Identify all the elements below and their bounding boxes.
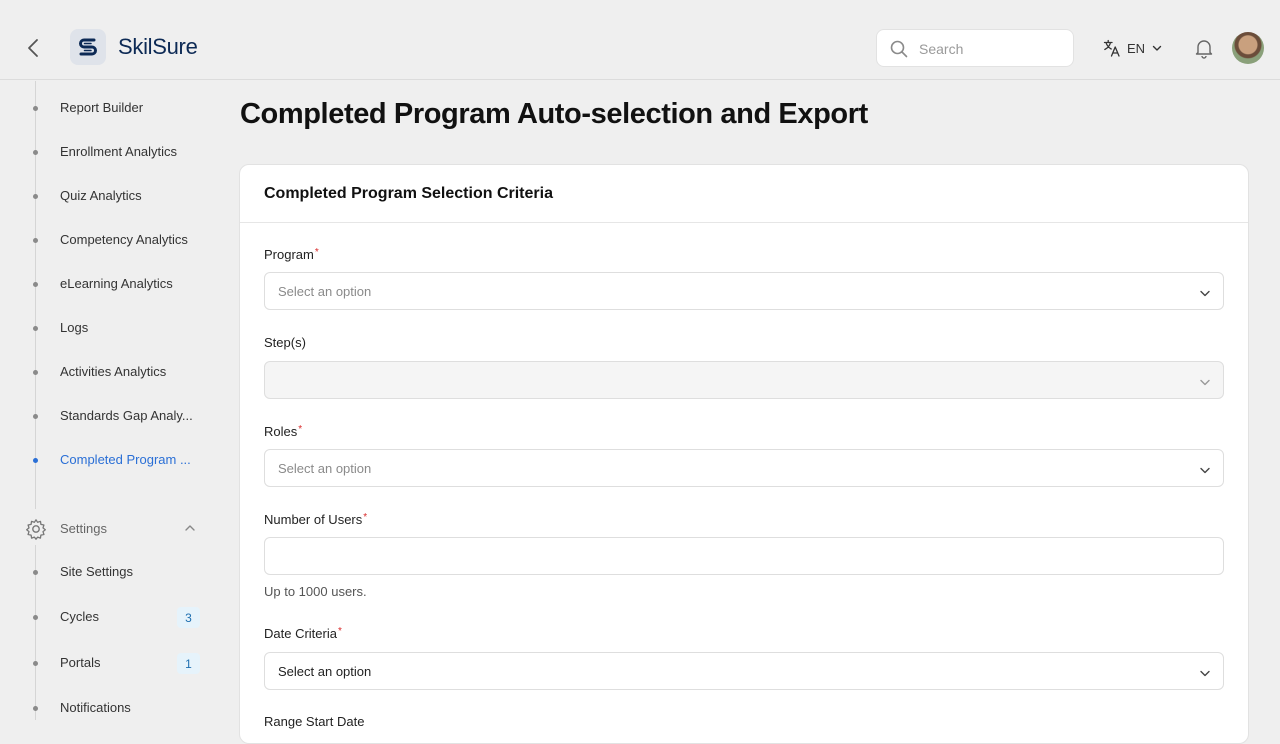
required-marker: * — [298, 424, 303, 435]
steps-label: Step(s) — [264, 335, 306, 350]
program-select-placeholder: Select an option — [278, 284, 372, 299]
logo-icon[interactable] — [70, 29, 106, 65]
date-criteria-label: Date Criteria* — [264, 626, 342, 641]
sidebar-item-label: Standards Gap Analy... — [60, 408, 193, 423]
chevron-down-icon — [1199, 286, 1211, 304]
required-marker: * — [337, 626, 342, 637]
back-arrow-icon[interactable] — [22, 36, 46, 60]
count-badge: 1 — [177, 653, 200, 674]
roles-select-placeholder: Select an option — [278, 461, 372, 476]
brand-name: SkilSure — [118, 34, 198, 59]
translate-icon — [1103, 39, 1120, 57]
date-criteria-value: Select an option — [278, 664, 372, 679]
required-marker: * — [314, 247, 319, 258]
sidebar-section-settings[interactable]: Settings — [0, 509, 210, 545]
program-label: Program* — [264, 247, 319, 262]
sidebar-item-completed-program[interactable]: Completed Program ... — [0, 442, 210, 478]
settings-label: Settings — [60, 521, 107, 536]
number-of-users-helper: Up to 1000 users. — [264, 584, 367, 599]
date-criteria-label-text: Date Criteria — [264, 626, 337, 641]
number-of-users-input[interactable] — [264, 537, 1224, 575]
selection-criteria-card: Completed Program Selection Criteria Pro… — [239, 164, 1249, 744]
sidebar-item-label: Logs — [60, 320, 89, 335]
count-badge: 3 — [177, 607, 200, 628]
sidebar-item-label: Cycles — [60, 609, 100, 624]
sidebar-item-label: Competency Analytics — [60, 232, 188, 247]
sidebar-item-standards-gap-analysis[interactable]: Standards Gap Analy... — [0, 398, 210, 434]
language-label: EN — [1127, 40, 1146, 56]
sidebar-item-label: Activities Analytics — [60, 364, 167, 379]
steps-select — [264, 361, 1224, 399]
bullet-icon — [33, 282, 38, 287]
bullet-icon — [33, 706, 38, 711]
sidebar-item-portals[interactable]: Portals 1 — [0, 645, 210, 681]
gear-icon — [25, 518, 47, 545]
sidebar-item-report-builder[interactable]: Report Builder — [0, 90, 210, 126]
sidebar-item-enrollment-analytics[interactable]: Enrollment Analytics — [0, 134, 210, 170]
sidebar-item-label: Report Builder — [60, 100, 144, 115]
chevron-down-icon — [1199, 463, 1211, 481]
sidebar-item-label: eLearning Analytics — [60, 276, 173, 291]
range-start-date-label: Range Start Date — [264, 714, 365, 729]
sidebar-item-quiz-analytics[interactable]: Quiz Analytics — [0, 178, 210, 214]
program-label-text: Program — [264, 247, 314, 262]
page-title: Completed Program Auto-selection and Exp… — [240, 98, 868, 130]
bullet-icon — [33, 106, 38, 111]
language-selector[interactable]: EN — [1103, 37, 1163, 59]
bullet-icon — [33, 661, 38, 666]
sidebar-item-activities-analytics[interactable]: Activities Analytics — [0, 354, 210, 390]
bullet-icon — [33, 326, 38, 331]
bell-icon[interactable] — [1193, 37, 1215, 64]
top-bar: SkilSure EN — [0, 0, 1280, 80]
sidebar-item-logs[interactable]: Logs — [0, 310, 210, 346]
number-of-users-label: Number of Users* — [264, 512, 367, 527]
sidebar-item-competency-analytics[interactable]: Competency Analytics — [0, 222, 210, 258]
program-select[interactable]: Select an option — [264, 272, 1224, 310]
bullet-icon — [33, 615, 38, 620]
search-box[interactable] — [876, 29, 1074, 67]
chevron-up-icon — [184, 521, 196, 539]
sidebar-item-label: Quiz Analytics — [60, 188, 142, 203]
roles-label: Roles* — [264, 424, 302, 439]
bullet-icon — [33, 458, 38, 463]
bullet-icon — [33, 414, 38, 419]
chevron-down-icon — [1199, 375, 1211, 393]
sidebar-item-label: Completed Program ... — [60, 452, 191, 467]
avatar[interactable] — [1232, 32, 1264, 64]
search-icon — [890, 40, 908, 58]
sidebar-item-label: Enrollment Analytics — [60, 144, 178, 159]
sidebar-item-label: Site Settings — [60, 564, 133, 579]
bullet-icon — [33, 370, 38, 375]
sidebar-item-cycles[interactable]: Cycles 3 — [0, 599, 210, 635]
date-criteria-select[interactable]: Select an option — [264, 652, 1224, 690]
sidebar: Report Builder Enrollment Analytics Quiz… — [0, 81, 215, 720]
roles-select[interactable]: Select an option — [264, 449, 1224, 487]
sidebar-item-elearning-analytics[interactable]: eLearning Analytics — [0, 266, 210, 302]
roles-label-text: Roles — [264, 424, 298, 439]
required-marker: * — [363, 512, 368, 523]
bullet-icon — [33, 570, 38, 575]
chevron-down-icon — [1152, 45, 1162, 51]
card-header: Completed Program Selection Criteria — [240, 165, 1248, 223]
search-input[interactable] — [917, 38, 1061, 60]
sidebar-item-label: Notifications — [60, 700, 131, 715]
number-of-users-label-text: Number of Users — [264, 512, 363, 527]
bullet-icon — [33, 150, 38, 155]
sidebar-item-site-settings[interactable]: Site Settings — [0, 554, 210, 590]
bullet-icon — [33, 194, 38, 199]
chevron-down-icon — [1199, 666, 1211, 684]
card-title: Completed Program Selection Criteria — [264, 185, 553, 202]
bullet-icon — [33, 238, 38, 243]
sidebar-item-label: Portals — [60, 655, 101, 670]
sidebar-item-notifications[interactable]: Notifications — [0, 690, 210, 726]
